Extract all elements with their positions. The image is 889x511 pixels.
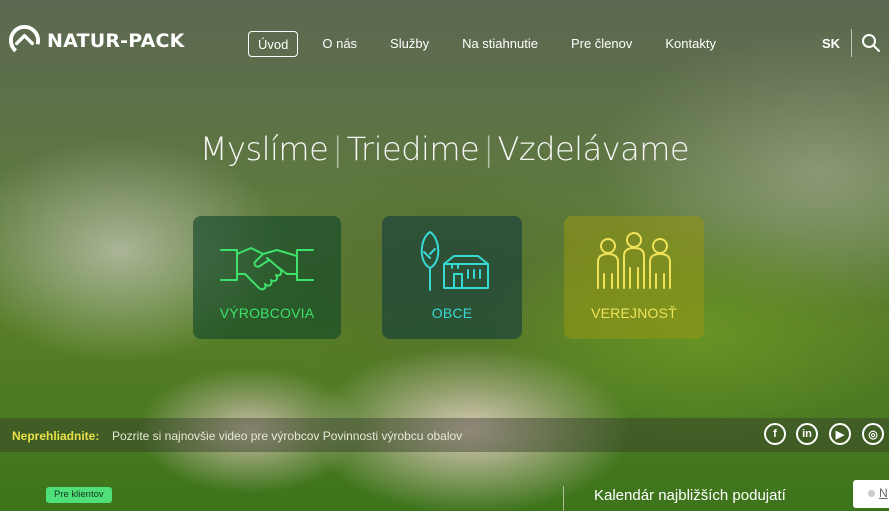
tagline-word-1: Myslíme <box>199 130 329 168</box>
card-verejnost[interactable]: VEREJNOSŤ <box>564 216 704 339</box>
tagline-divider: | <box>332 130 343 168</box>
youtube-icon[interactable]: ▶ <box>829 423 851 445</box>
nav-item-pre-clenov[interactable]: Pre členov <box>571 31 632 57</box>
tagline-word-2: Triedime <box>346 130 480 168</box>
card-vyrobcovia[interactable]: VÝROBCOVIA <box>193 216 341 339</box>
notice-label: Neprehliadnite: <box>12 429 100 443</box>
linkedin-icon[interactable]: in <box>796 423 818 445</box>
logo-mark-icon <box>8 24 41 57</box>
card-obce[interactable]: OBCE <box>382 216 522 339</box>
facebook-icon[interactable]: f <box>764 423 786 445</box>
notice-bar: Neprehliadnite: Pozrite si najnovšie vid… <box>0 418 889 452</box>
tree-house-icon <box>420 231 489 291</box>
notice-link[interactable]: Pozrite si najnovšie video pre výrobcov … <box>112 429 462 443</box>
radio-dot-icon <box>868 490 875 497</box>
people-icon <box>597 232 671 289</box>
nav-item-o-nas[interactable]: O nás <box>322 31 357 57</box>
nav-item-sluzby[interactable]: Služby <box>390 31 429 57</box>
header-divider <box>851 29 852 57</box>
input-partial-text: N <box>879 486 888 500</box>
card-label: VÝROBCOVIA <box>219 305 315 321</box>
logo[interactable]: NATUR-PACK <box>8 24 185 57</box>
card-label: OBCE <box>431 305 473 321</box>
calendar-title: Kalendár najbližších podujatí <box>594 487 786 504</box>
handshake-icon <box>220 247 314 291</box>
nav-item-kontakty[interactable]: Kontakty <box>665 31 716 57</box>
instagram-icon[interactable]: ◎ <box>862 423 884 445</box>
tagline-divider: | <box>483 130 494 168</box>
logo-text: NATUR-PACK <box>47 29 185 52</box>
main-nav: Úvod O nás Služby Na stiahnutie Pre člen… <box>248 31 749 57</box>
nav-item-na-stiahnutie[interactable]: Na stiahnutie <box>462 31 538 57</box>
tagline-word-3: Vzdelávame <box>497 130 690 168</box>
newsletter-input[interactable]: N <box>853 480 889 508</box>
nav-item-uvod[interactable]: Úvod <box>248 31 299 57</box>
section-divider <box>563 486 564 511</box>
badge-pre-klientov[interactable]: Pre klientov <box>46 487 112 503</box>
language-switch[interactable]: SK <box>822 36 840 51</box>
search-icon[interactable] <box>861 33 881 53</box>
card-label: VEREJNOSŤ <box>591 305 677 321</box>
hero-tagline: Myslíme | Triedime | Vzdelávame <box>0 130 889 168</box>
